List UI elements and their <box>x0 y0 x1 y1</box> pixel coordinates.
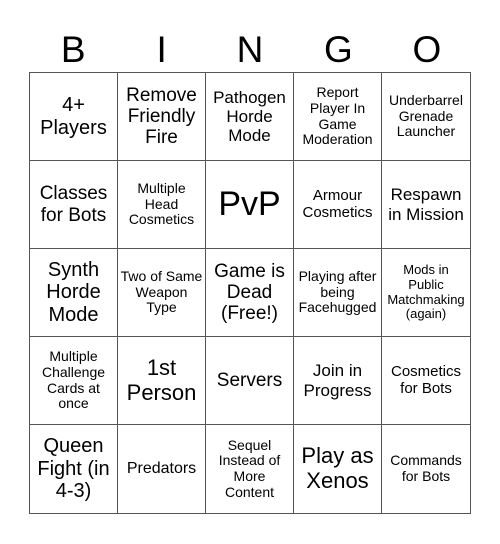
header-letter-o: O <box>412 29 442 70</box>
bingo-cell[interactable]: Game is Dead (Free!) <box>206 249 294 337</box>
header-letter-i: I <box>156 29 167 70</box>
bingo-cell[interactable]: Pathogen Horde Mode <box>206 73 294 161</box>
bingo-header: B I N G O <box>29 28 471 72</box>
bingo-cell[interactable]: Play as Xenos <box>294 425 382 513</box>
bingo-grid: 4+ Players Remove Friendly Fire Pathogen… <box>29 72 471 514</box>
bingo-cell[interactable]: Commands for Bots <box>382 425 470 513</box>
bingo-cell[interactable]: Join in Progress <box>294 337 382 425</box>
bingo-cell[interactable]: Respawn in Mission <box>382 161 470 249</box>
bingo-cell[interactable]: 4+ Players <box>30 73 118 161</box>
bingo-cell[interactable]: 1st Person <box>118 337 206 425</box>
bingo-cell[interactable]: Classes for Bots <box>30 161 118 249</box>
bingo-cell[interactable]: Playing after being Facehugged <box>294 249 382 337</box>
header-letter-g: G <box>324 29 353 70</box>
header-letter-b: B <box>60 29 86 70</box>
bingo-cell[interactable]: Servers <box>206 337 294 425</box>
bingo-cell[interactable]: Underbarrel Grenade Launcher <box>382 73 470 161</box>
bingo-cell[interactable]: Sequel Instead of More Content <box>206 425 294 513</box>
bingo-cell[interactable]: Synth Horde Mode <box>30 249 118 337</box>
bingo-cell[interactable]: Multiple Challenge Cards at once <box>30 337 118 425</box>
bingo-cell[interactable]: Two of Same Weapon Type <box>118 249 206 337</box>
bingo-cell[interactable]: Multiple Head Cosmetics <box>118 161 206 249</box>
bingo-cell[interactable]: Mods in Public Matchmaking (again) <box>382 249 470 337</box>
bingo-cell[interactable]: Remove Friendly Fire <box>118 73 206 161</box>
bingo-cell[interactable]: Predators <box>118 425 206 513</box>
bingo-cell[interactable]: Report Player In Game Moderation <box>294 73 382 161</box>
bingo-cell[interactable]: Cosmetics for Bots <box>382 337 470 425</box>
bingo-cell[interactable]: Armour Cosmetics <box>294 161 382 249</box>
bingo-cell-free[interactable]: PvP <box>206 161 294 249</box>
header-letter-n: N <box>236 29 264 70</box>
bingo-cell[interactable]: Queen Fight (in 4-3) <box>30 425 118 513</box>
